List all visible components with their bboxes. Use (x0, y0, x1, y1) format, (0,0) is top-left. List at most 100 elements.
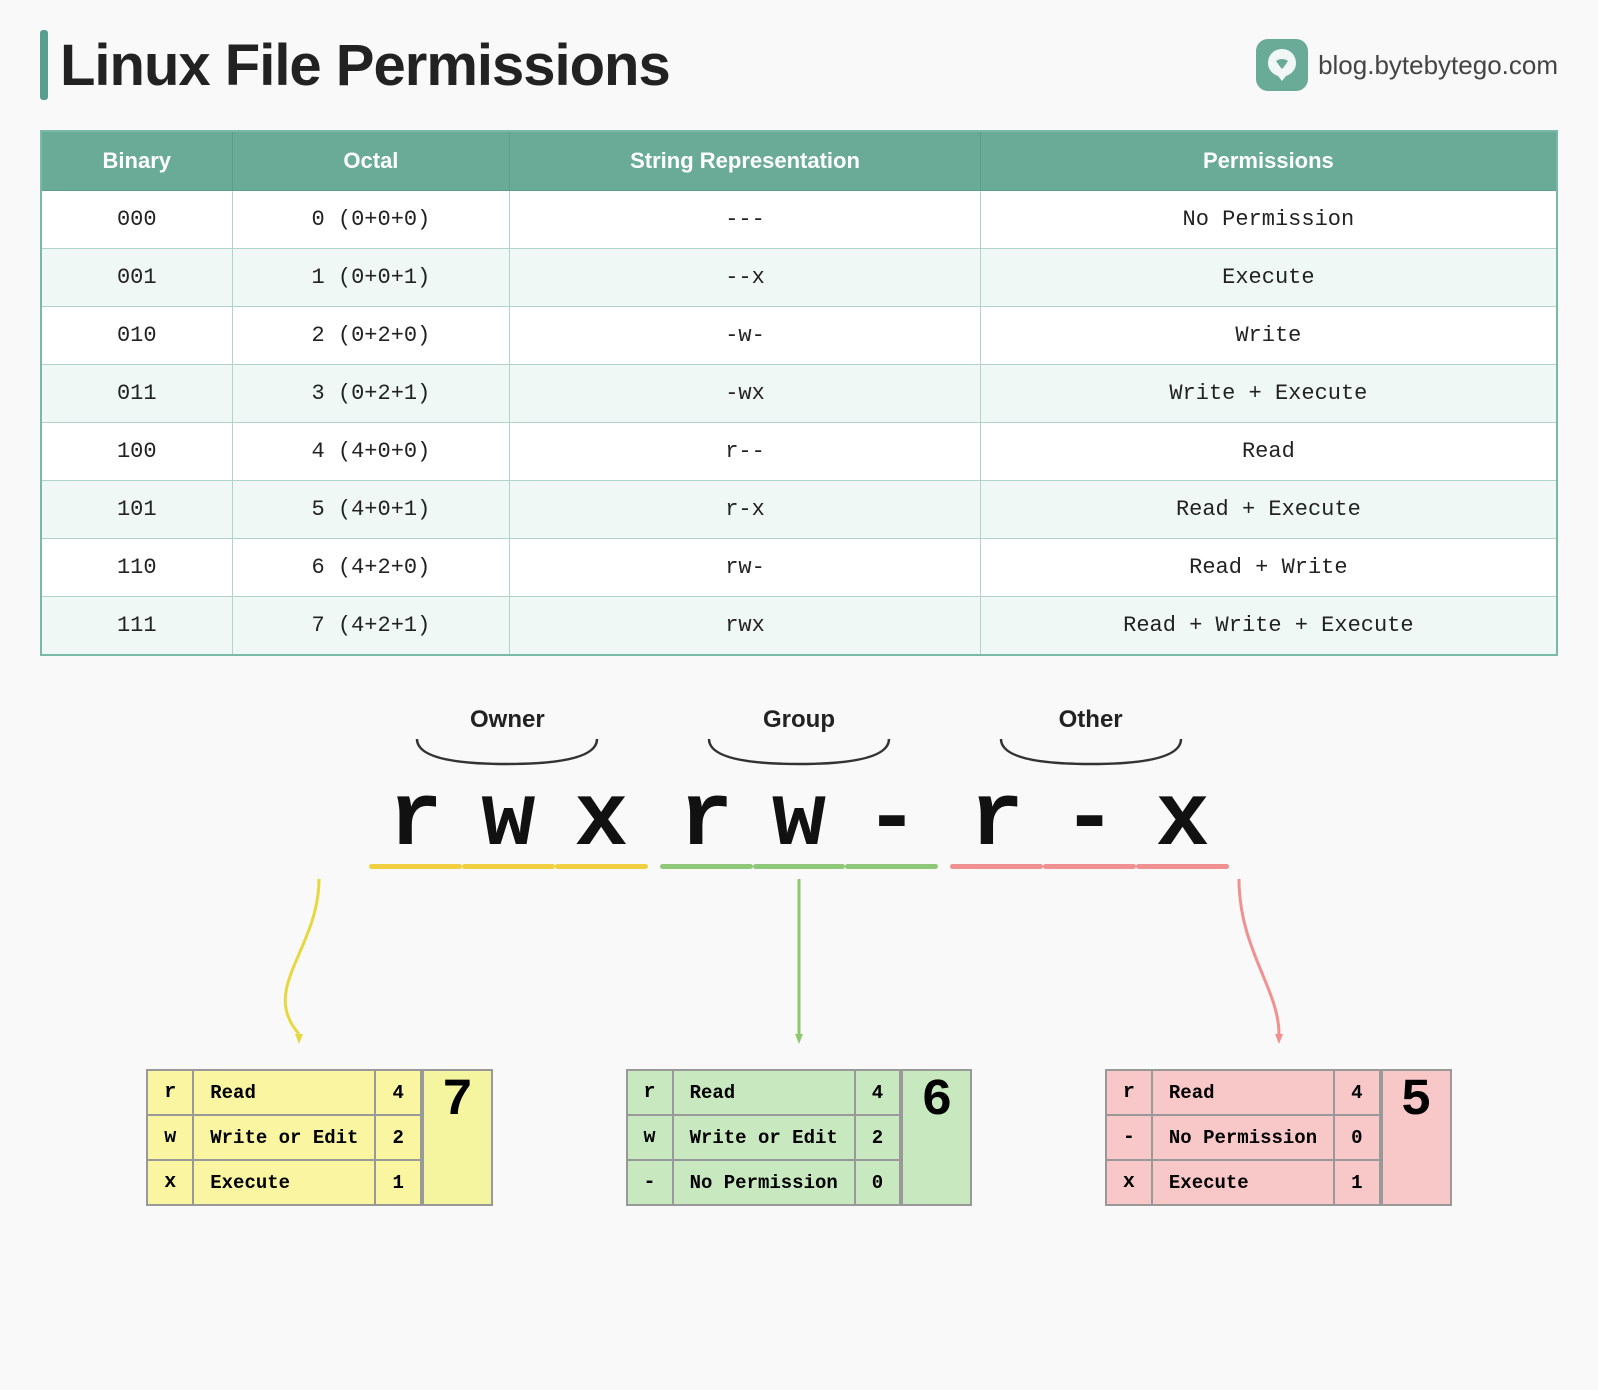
perm-char-w1: w (462, 770, 555, 869)
cell-binary: 110 (41, 539, 232, 597)
group-row3-desc: No Permission (673, 1160, 855, 1205)
cell-permission: Read (980, 423, 1557, 481)
owner-row3-desc: Execute (193, 1160, 375, 1205)
other-brace-icon (991, 734, 1191, 770)
col-header-binary: Binary (41, 131, 232, 191)
group-row1-key: r (627, 1070, 673, 1115)
group-row1-val: 4 (855, 1070, 900, 1115)
group-row1-desc: Read (673, 1070, 855, 1115)
cell-octal: 7 (4+2+1) (232, 597, 510, 656)
table-row: 110 6 (4+2+0) rw- Read + Write (41, 539, 1557, 597)
cell-octal: 3 (0+2+1) (232, 365, 510, 423)
page-title: Linux File Permissions (60, 32, 670, 99)
perm-char-dash2: - (1043, 770, 1136, 869)
group-brace-icon (699, 734, 899, 770)
group-row2-key: w (627, 1115, 673, 1160)
owner-row1-desc: Read (193, 1070, 375, 1115)
table-row: 000 0 (0+0+0) --- No Permission (41, 191, 1557, 249)
cell-binary: 111 (41, 597, 232, 656)
owner-row1-val: 4 (375, 1070, 420, 1115)
cell-octal: 0 (0+0+0) (232, 191, 510, 249)
owner-row3-val: 1 (375, 1160, 420, 1205)
other-row3-key: x (1106, 1160, 1152, 1205)
owner-row3-key: x (147, 1160, 193, 1205)
permission-visual: Owner Group Other r w x r w - r - x (40, 706, 1558, 1206)
other-label: Other (1059, 706, 1123, 734)
cell-binary: 000 (41, 191, 232, 249)
col-header-string: String Representation (510, 131, 981, 191)
other-row2-val: 0 (1334, 1115, 1379, 1160)
owner-brace-icon (407, 734, 607, 770)
owner-row2-desc: Write or Edit (193, 1115, 375, 1160)
cell-string: rw- (510, 539, 981, 597)
cell-binary: 100 (41, 423, 232, 481)
other-total: 5 (1381, 1069, 1452, 1206)
page-header: Linux File Permissions blog.bytebytego.c… (40, 30, 1558, 100)
cell-permission: Write (980, 307, 1557, 365)
cell-permission: Write + Execute (980, 365, 1557, 423)
cell-permission: Read + Write + Execute (980, 597, 1557, 656)
perm-char-x1: x (555, 770, 648, 869)
owner-total: 7 (422, 1069, 493, 1206)
owner-row2-val: 2 (375, 1115, 420, 1160)
group-row2-val: 2 (855, 1115, 900, 1160)
cell-binary: 001 (41, 249, 232, 307)
big-perm-string: r w x r w - r - x (369, 770, 1229, 869)
group-perm-table: r Read 4 w Write or Edit 2 - No Permissi… (626, 1069, 902, 1206)
table-row: 100 4 (4+0+0) r-- Read (41, 423, 1557, 481)
permission-table: Binary Octal String Representation Permi… (40, 130, 1558, 656)
cell-permission: Read + Execute (980, 481, 1557, 539)
logo-area: blog.bytebytego.com (1256, 39, 1558, 91)
arrows-svg (99, 869, 1499, 1049)
bytebytego-logo-icon (1256, 39, 1308, 91)
cell-octal: 6 (4+2+0) (232, 539, 510, 597)
table-row: 010 2 (0+2+0) -w- Write (41, 307, 1557, 365)
group-row2-desc: Write or Edit (673, 1115, 855, 1160)
perm-char-w2: w (753, 770, 846, 869)
other-row3-desc: Execute (1152, 1160, 1334, 1205)
cell-string: -w- (510, 307, 981, 365)
cell-string: --x (510, 249, 981, 307)
cell-permission: Execute (980, 249, 1557, 307)
cell-binary: 101 (41, 481, 232, 539)
cell-string: r-x (510, 481, 981, 539)
table-row: 011 3 (0+2+1) -wx Write + Execute (41, 365, 1557, 423)
cell-octal: 2 (0+2+0) (232, 307, 510, 365)
cell-octal: 5 (4+0+1) (232, 481, 510, 539)
cell-string: rwx (510, 597, 981, 656)
other-row2-key: - (1106, 1115, 1152, 1160)
boxes-section: r Read 4 w Write or Edit 2 x Execute 1 (40, 1069, 1558, 1206)
cell-string: -wx (510, 365, 981, 423)
owner-box: r Read 4 w Write or Edit 2 x Execute 1 (146, 1069, 493, 1206)
other-perm-table: r Read 4 - No Permission 0 x Execute 1 (1105, 1069, 1381, 1206)
cell-octal: 1 (0+0+1) (232, 249, 510, 307)
group-label: Group (763, 706, 835, 734)
other-row1-key: r (1106, 1070, 1152, 1115)
perm-char-r1: r (369, 770, 462, 869)
cell-permission: Read + Write (980, 539, 1557, 597)
perm-char-x2: x (1136, 770, 1229, 869)
col-header-permissions: Permissions (980, 131, 1557, 191)
other-box: r Read 4 - No Permission 0 x Execute 1 (1105, 1069, 1452, 1206)
group-row3-key: - (627, 1160, 673, 1205)
perm-char-dash1: - (845, 770, 938, 869)
cell-octal: 4 (4+0+0) (232, 423, 510, 481)
group-box: r Read 4 w Write or Edit 2 - No Permissi… (626, 1069, 973, 1206)
title-area: Linux File Permissions (40, 30, 670, 100)
table-row: 101 5 (4+0+1) r-x Read + Execute (41, 481, 1557, 539)
other-row3-val: 1 (1334, 1160, 1379, 1205)
cell-string: --- (510, 191, 981, 249)
group-row3-val: 0 (855, 1160, 900, 1205)
other-row2-desc: No Permission (1152, 1115, 1334, 1160)
table-row: 001 1 (0+0+1) --x Execute (41, 249, 1557, 307)
other-row1-desc: Read (1152, 1070, 1334, 1115)
perm-char-r2: r (660, 770, 753, 869)
owner-row1-key: r (147, 1070, 193, 1115)
owner-perm-table: r Read 4 w Write or Edit 2 x Execute 1 (146, 1069, 422, 1206)
cell-binary: 011 (41, 365, 232, 423)
cell-string: r-- (510, 423, 981, 481)
other-row1-val: 4 (1334, 1070, 1379, 1115)
col-header-octal: Octal (232, 131, 510, 191)
owner-label: Owner (470, 706, 545, 734)
perm-char-r3: r (950, 770, 1043, 869)
